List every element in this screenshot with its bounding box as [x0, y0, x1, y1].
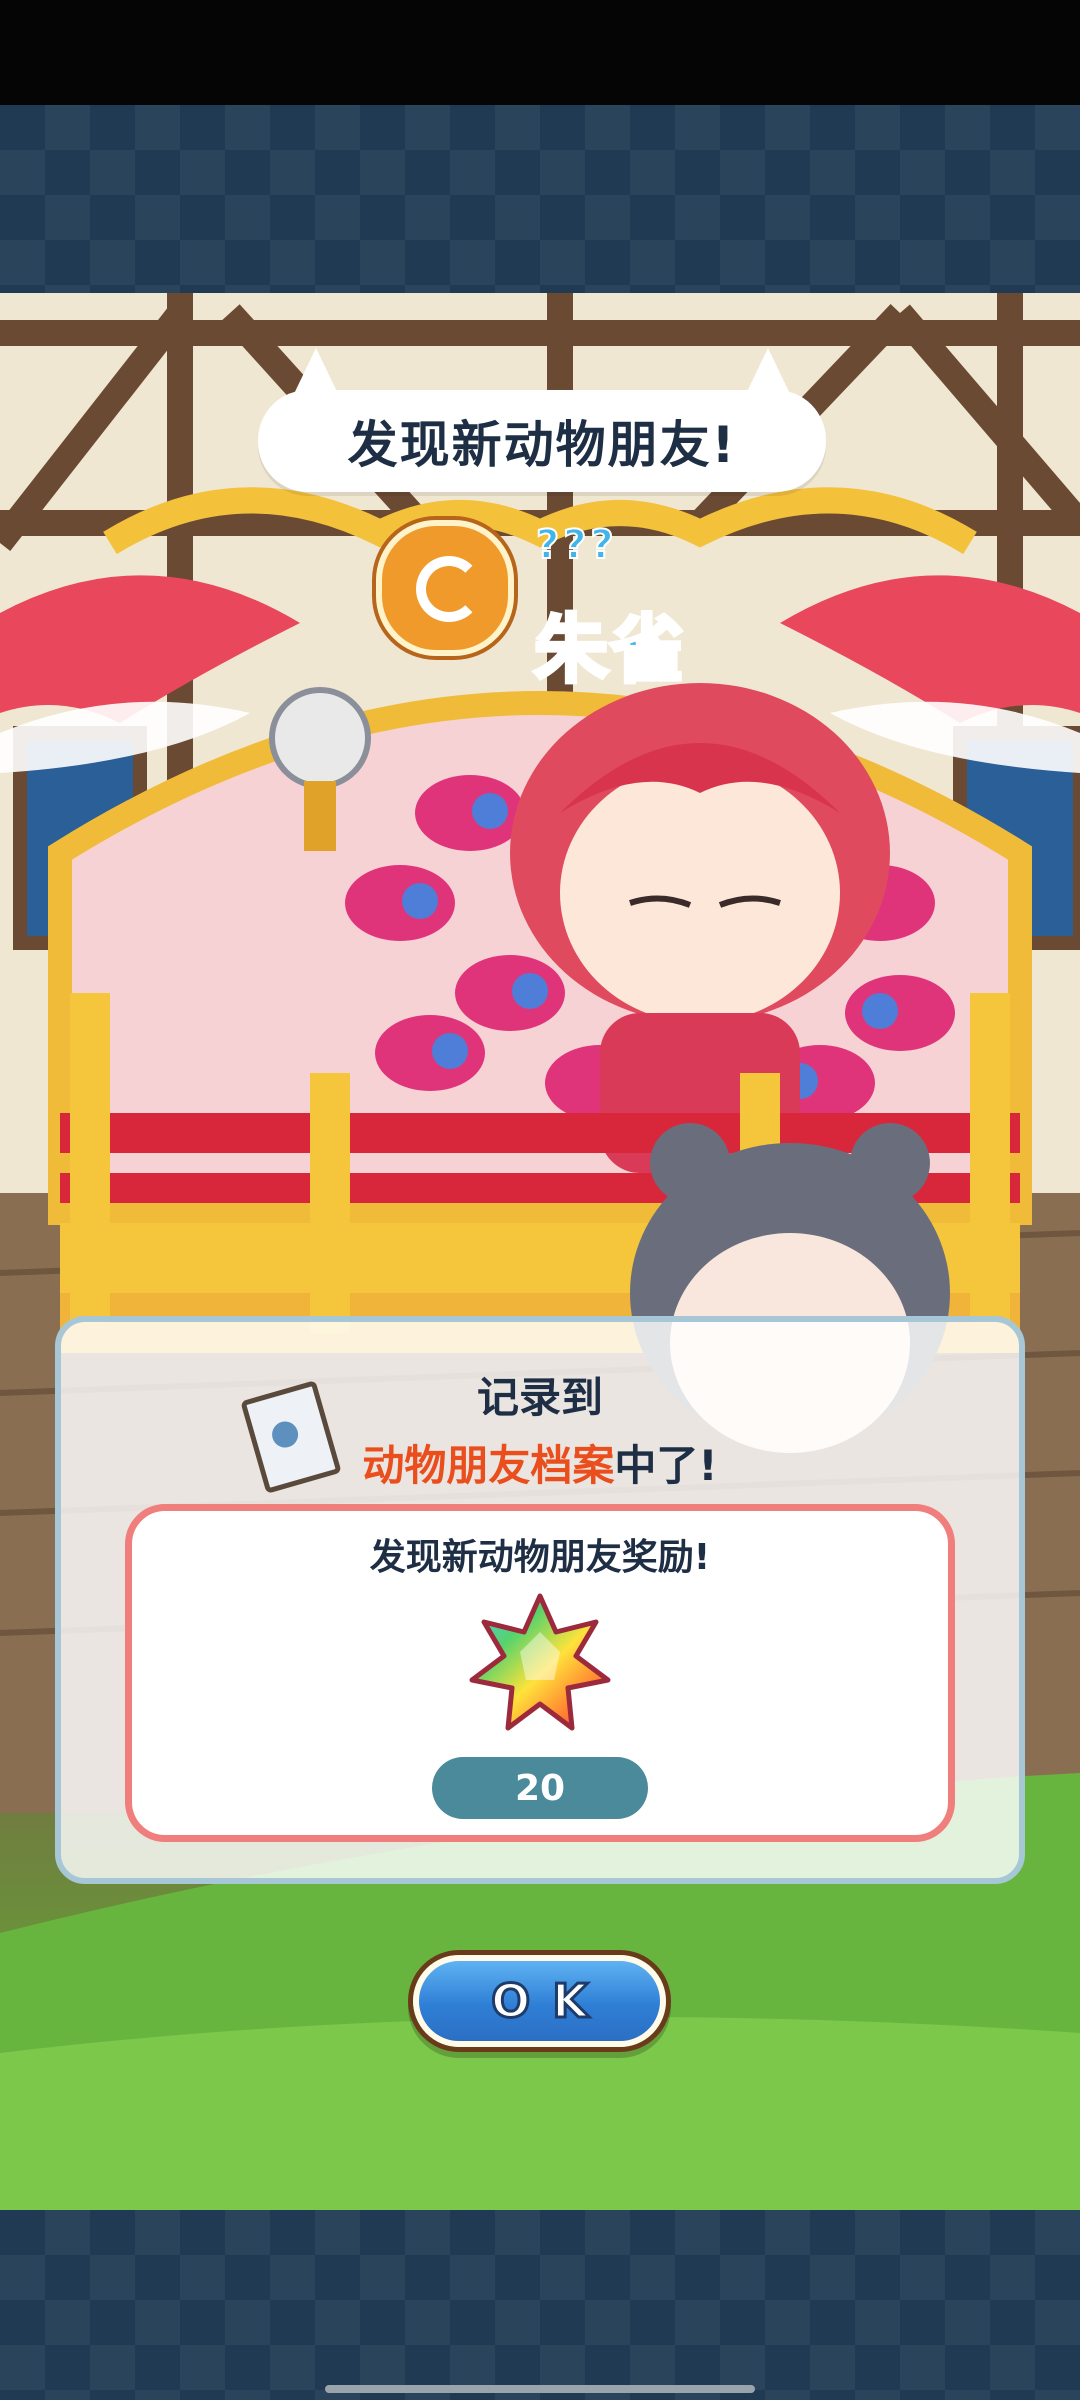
scene-background: 发现新动物朋友! ??? 朱雀	[0, 293, 1080, 2210]
status-bar	[0, 0, 1080, 105]
reward-count-badge: 20	[432, 1757, 648, 1819]
rainbow-crystal-icon	[469, 1593, 611, 1731]
dialog-line-recorded: 记录到	[476, 1373, 603, 1422]
rarity-attribute-icon	[376, 520, 514, 656]
bottom-frame-band	[0, 2210, 1080, 2400]
rarity-hint: ???	[535, 521, 618, 569]
archive-name-highlight: 动物朋友档案	[362, 1441, 615, 1490]
friend-name: 朱雀	[532, 605, 686, 695]
home-indicator[interactable]	[325, 2385, 755, 2393]
dialog-line-archive: 动物朋友档案中了!	[0, 1432, 1080, 1493]
reward-title: 发现新动物朋友奖励!	[369, 1537, 711, 1578]
new-friend-title: 发现新动物朋友!	[347, 416, 737, 474]
ok-button[interactable]: OK	[413, 1955, 666, 2047]
top-frame-band	[0, 105, 1080, 293]
new-friend-title-bubble: 发现新动物朋友!	[258, 348, 826, 492]
dialog-line-suffix: 中了!	[614, 1441, 718, 1490]
